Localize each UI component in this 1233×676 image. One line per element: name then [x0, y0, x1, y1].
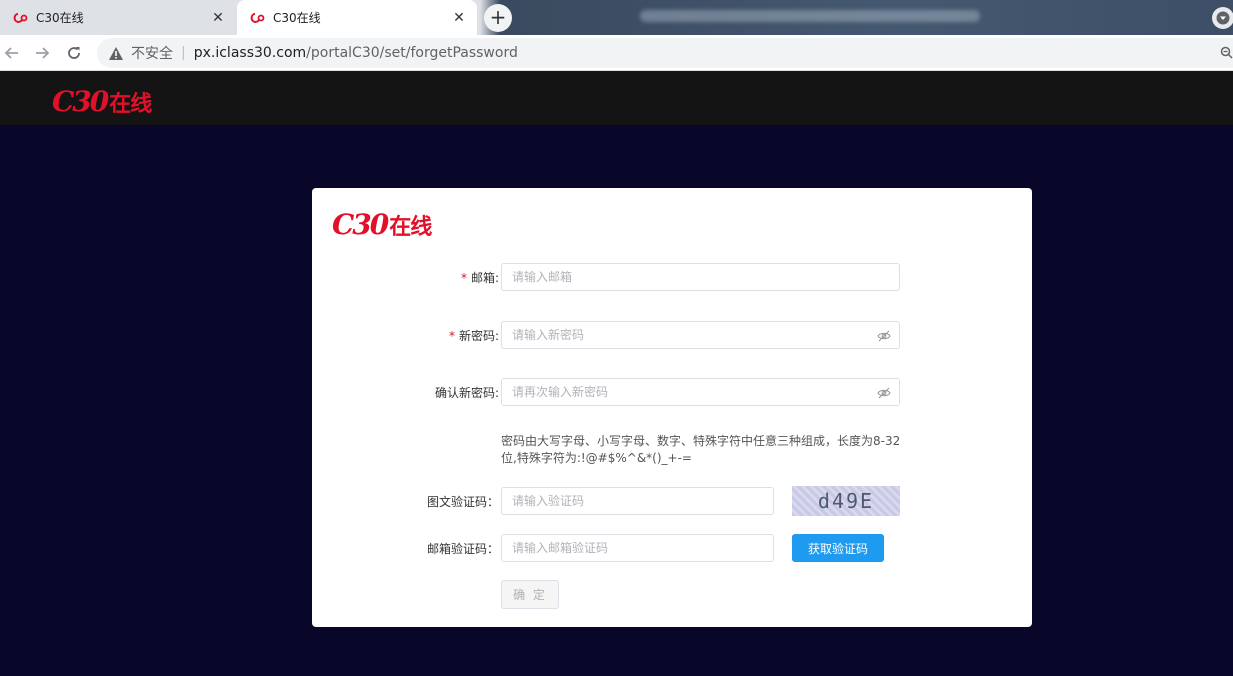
email-label-text: 邮箱: [470, 271, 499, 285]
forward-arrow-icon[interactable] [32, 43, 52, 63]
email-code-row: 邮箱验证码： [312, 534, 1032, 564]
back-arrow-icon[interactable] [2, 43, 22, 63]
browser-tab-active[interactable]: C30在线 ✕ [237, 0, 477, 35]
password-rule-hint: 密码由大写字母、小写字母、数字、特殊字符中任意三种组成，长度为8-32位,特殊字… [501, 434, 901, 465]
logo-text: 在线 [389, 214, 432, 240]
browser-tab-bar: C30在线 ✕ C30在线 ✕ + [0, 0, 1233, 35]
forget-password-card: C30 在线 *邮箱: *新密码: 确认新密码: 密码由大写字母、小写字母、数字… [312, 188, 1032, 627]
c30-logo[interactable]: C30 在线 [52, 85, 152, 118]
email-code-label: 邮箱验证码： [426, 542, 499, 556]
logo-mark: C30 [332, 208, 389, 241]
confirm-password-row: 确认新密码: [312, 378, 1032, 408]
image-captcha-row: 图文验证码： [312, 487, 1032, 517]
email-row: * 邮箱: [312, 263, 1032, 293]
required-asterisk: * [448, 329, 455, 343]
captcha-image[interactable]: d49E [792, 486, 900, 516]
reload-icon[interactable] [64, 43, 84, 63]
email-input[interactable] [501, 263, 900, 291]
eye-hidden-icon[interactable] [877, 385, 891, 399]
email-code-input[interactable] [501, 534, 774, 562]
email-label: * 邮箱: [461, 263, 499, 293]
site-header: C30 在线 [0, 71, 1233, 125]
confirm-password-label: 确认新密码: [434, 386, 499, 400]
url-host: px.iclass30.com [193, 45, 307, 61]
url-path: /portalC30/set/forgetPassword [306, 45, 518, 61]
confirm-button[interactable]: 确 定 [501, 580, 559, 609]
not-secure-warning-icon [109, 46, 123, 60]
new-password-label-text: 新密码: [458, 329, 499, 343]
zoom-icon[interactable] [1220, 44, 1233, 59]
chrome-menu-icon[interactable] [1212, 7, 1233, 29]
url-text: px.iclass30.com/portalC30/set/forgetPass… [194, 45, 518, 61]
new-password-label: * 新密码: [449, 321, 499, 351]
get-code-button[interactable]: 获取验证码 [792, 534, 884, 562]
new-password-row: * 新密码: [312, 321, 1032, 351]
browser-toolbar: 不安全 | px.iclass30.com/portalC30/set/forg… [0, 35, 1233, 71]
blurred-tab-strip [640, 10, 980, 22]
browser-tab[interactable]: C30在线 ✕ [0, 0, 236, 35]
new-password-input[interactable] [501, 321, 900, 349]
required-asterisk: * [460, 271, 467, 285]
confirm-password-input[interactable] [501, 378, 900, 406]
image-captcha-input[interactable] [501, 487, 774, 515]
tab-close-icon[interactable]: ✕ [210, 10, 226, 26]
new-tab-button[interactable]: + [484, 4, 512, 32]
tab-close-icon[interactable]: ✕ [451, 10, 467, 26]
address-bar[interactable]: 不安全 | px.iclass30.com/portalC30/set/forg… [97, 38, 1233, 68]
card-logo: C30 在线 [332, 208, 432, 241]
site-favicon-icon [12, 10, 28, 26]
tab-title: C30在线 [36, 11, 84, 25]
eye-hidden-icon[interactable] [877, 328, 891, 342]
security-status-text: 不安全 [131, 46, 173, 62]
tab-title: C30在线 [273, 11, 321, 25]
image-captcha-label: 图文验证码： [426, 495, 499, 509]
logo-text: 在线 [109, 91, 152, 117]
site-favicon-icon [249, 10, 265, 26]
omnibox-divider: | [181, 45, 186, 61]
logo-mark: C30 [52, 85, 109, 118]
